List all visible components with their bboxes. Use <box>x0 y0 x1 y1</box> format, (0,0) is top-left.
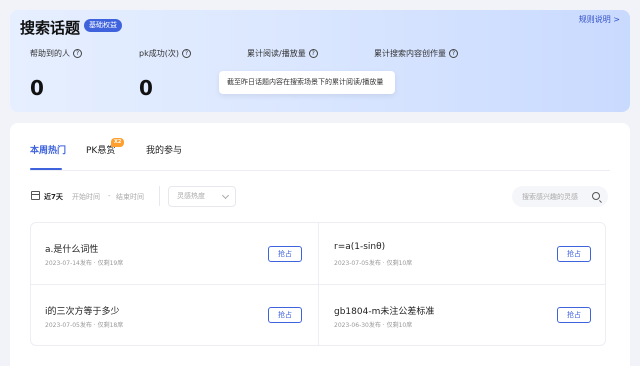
multiplier-badge: X2 <box>111 138 125 147</box>
tier-badge: 基础权益 <box>84 19 122 32</box>
start-date-input[interactable]: 开始时间 <box>72 192 100 202</box>
end-date-input[interactable]: 结束时间 <box>116 192 144 202</box>
stat-creations-label: 累计搜索内容创作量? <box>374 48 458 59</box>
rules-link[interactable]: 规则说明 > <box>579 14 620 25</box>
topic-title[interactable]: a.是什么词性 <box>45 242 98 255</box>
chevron-down-icon <box>221 191 230 200</box>
topic-meta: 2023-07-05发布 · 仅剩10席 <box>334 260 413 267</box>
help-icon[interactable]: ? <box>73 49 82 58</box>
stat-helped-value: 0 <box>30 76 44 100</box>
claim-button[interactable]: 抢占 <box>268 246 302 262</box>
tab-divider <box>30 170 610 171</box>
heat-select-placeholder: 灵感热度 <box>177 192 205 200</box>
claim-button[interactable]: 抢占 <box>268 307 302 323</box>
stat-label: 累计阅读/播放量 <box>247 49 306 58</box>
stat-helped-label: 帮助到的人? <box>30 48 82 59</box>
stat-label: 累计搜索内容创作量 <box>374 49 446 58</box>
topic-title[interactable]: i的三次方等于多少 <box>45 304 120 317</box>
tab-my-participation[interactable]: 我的参与 <box>146 143 182 156</box>
topic-title[interactable]: gb1804-m未注公差标准 <box>334 304 434 317</box>
stat-tooltip: 截至昨日话题内容在搜索场景下的累计阅读/播放量 <box>219 71 395 94</box>
claim-button[interactable]: 抢占 <box>557 307 591 323</box>
stat-pk-value: 0 <box>139 76 153 100</box>
topic-meta: 2023-07-14发布 · 仅剩19席 <box>45 260 124 267</box>
stat-label: pk成功(次) <box>139 49 179 58</box>
help-icon[interactable]: ? <box>308 49 318 58</box>
search-input[interactable]: 搜索感兴趣的灵感 <box>512 186 608 207</box>
tab-weekly-hot[interactable]: 本周热门 <box>30 143 66 156</box>
search-icon[interactable] <box>592 192 600 200</box>
help-icon[interactable]: ? <box>449 49 458 58</box>
search-placeholder: 搜索感兴趣的灵感 <box>522 193 578 201</box>
stat-pk-label: pk成功(次)? <box>139 48 191 59</box>
calendar-icon <box>31 191 40 200</box>
claim-button[interactable]: 抢占 <box>557 246 591 262</box>
heat-select[interactable]: 灵感热度 <box>168 186 236 207</box>
topic-meta: 2023-07-05发布 · 仅剩18席 <box>45 322 124 329</box>
page-title: 搜索话题 <box>20 19 81 37</box>
date-range-preset[interactable]: 近7天 <box>44 192 63 202</box>
date-separator: - <box>108 192 111 200</box>
topic-title[interactable]: r=a(1-sinθ) <box>334 242 385 252</box>
stat-label: 帮助到的人 <box>30 49 70 58</box>
help-icon[interactable]: ? <box>181 49 191 58</box>
topic-meta: 2023-06-30发布 · 仅剩10席 <box>334 322 413 329</box>
filter-divider <box>159 186 160 206</box>
stat-reads-label: 累计阅读/播放量? <box>247 48 318 59</box>
grid-divider-horizontal <box>30 284 606 285</box>
